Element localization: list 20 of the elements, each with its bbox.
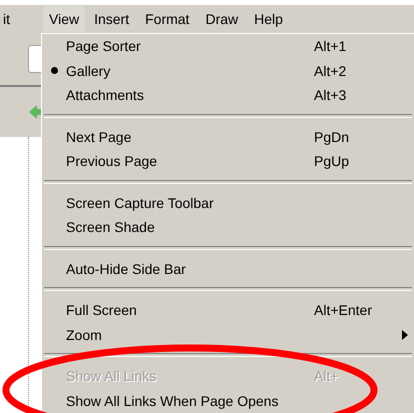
arrow-icon[interactable] xyxy=(29,105,41,119)
menu-item[interactable]: Full Screen Alt+Enter xyxy=(42,298,414,322)
menu-item[interactable]: Screen Shade xyxy=(42,215,414,240)
toolbar-button[interactable] xyxy=(28,45,41,73)
menu-bar-item[interactable]: View xyxy=(43,6,86,32)
submenu-arrow-icon xyxy=(402,330,408,340)
menu-bar-item[interactable]: Draw xyxy=(198,5,246,33)
menu-bar-item[interactable]: Insert xyxy=(87,5,136,33)
menu-item[interactable]: Previous Page PgUp xyxy=(42,149,414,174)
menu-item[interactable]: Zoom xyxy=(42,322,414,347)
menu-bar-item[interactable]: Help xyxy=(247,5,290,33)
menu-bar-item[interactable]: Format xyxy=(138,5,196,33)
menu-item[interactable]: Gallery Alt+2 xyxy=(42,58,414,83)
menu-item[interactable]: Next Page PgDn xyxy=(42,124,414,149)
menu-item[interactable]: Show All Links When Page Opens xyxy=(42,388,414,413)
menu-item[interactable]: Auto-Hide Side Bar xyxy=(42,256,414,281)
menu-item[interactable]: Page Sorter Alt+1 xyxy=(42,34,414,58)
menu-item[interactable]: Screen Capture Toolbar xyxy=(42,190,414,215)
menu-item[interactable]: Attachments Alt+3 xyxy=(42,83,414,108)
menu-bar-item[interactable]: it xyxy=(0,5,17,33)
